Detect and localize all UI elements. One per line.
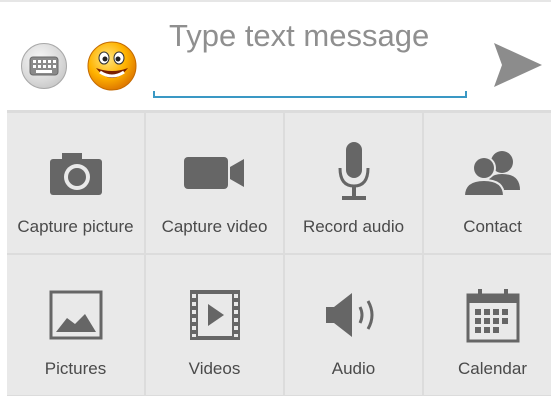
videos-tile[interactable]: Videos	[146, 255, 283, 395]
calendar-tile[interactable]: Calendar	[424, 255, 551, 395]
tile-label: Record audio	[302, 217, 405, 236]
send-button[interactable]	[488, 37, 546, 93]
video-camera-icon	[183, 157, 244, 189]
attachment-grid: Capture picture Capture video Record aud…	[7, 110, 551, 396]
capture-picture-tile[interactable]: Capture picture	[7, 113, 144, 253]
calendar-icon	[466, 289, 519, 343]
picture-icon	[49, 290, 102, 340]
input-underline-right-tick	[465, 91, 467, 98]
tile-label: Contact	[463, 217, 522, 236]
capture-video-tile[interactable]: Capture video	[146, 113, 283, 253]
pictures-tile[interactable]: Pictures	[7, 255, 144, 395]
tile-label: Pictures	[44, 359, 107, 378]
tile-label: Capture picture	[17, 217, 134, 236]
input-underline-left-tick	[153, 91, 155, 98]
message-placeholder: Type text message	[169, 18, 430, 53]
tile-label: Calendar	[458, 359, 527, 378]
send-icon	[494, 43, 542, 87]
smiley-icon	[87, 41, 137, 91]
keyboard-toggle-button[interactable]	[21, 43, 67, 89]
message-input[interactable]: Type text message	[153, 14, 467, 98]
contacts-icon	[462, 151, 520, 197]
tile-label: Audio	[331, 359, 376, 378]
audio-tile[interactable]: Audio	[285, 255, 422, 395]
keyboard-icon	[29, 56, 59, 76]
compose-bar: Type text message	[0, 0, 551, 110]
tile-label: Capture video	[161, 217, 268, 236]
contact-tile[interactable]: Contact	[424, 113, 551, 253]
emoji-button[interactable]	[86, 40, 138, 92]
camera-icon	[49, 153, 102, 195]
record-audio-tile[interactable]: Record audio	[285, 113, 422, 253]
tile-label: Videos	[188, 359, 241, 378]
speaker-icon	[325, 293, 373, 337]
film-icon	[189, 290, 240, 340]
input-underline	[153, 96, 467, 98]
microphone-icon	[338, 142, 369, 200]
